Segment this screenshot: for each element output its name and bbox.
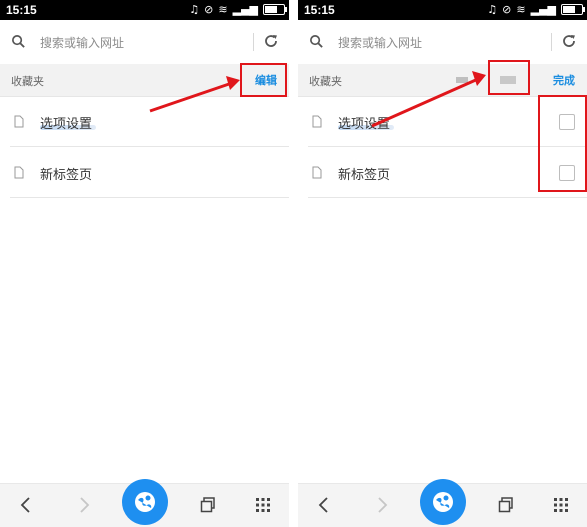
back-icon[interactable] (18, 496, 34, 514)
alarm-icon: ⊘ (204, 3, 214, 16)
wifi-icon: ≋ (218, 3, 228, 16)
status-time: 15:15 (304, 3, 335, 17)
bottom-toolbar (0, 479, 289, 527)
screen-right: 15:15 ♫ ⊘ ≋ ▂▄▆ 搜索或输入网址 收藏夹 完成 选项设置 新标签页 (298, 0, 587, 527)
refresh-icon[interactable] (263, 33, 279, 49)
status-bar: 15:15 ♫ ⊘ ≋ ▂▄▆ (298, 0, 587, 20)
signal-icon: ▂▄▆ (530, 3, 556, 16)
list-item-label: 新标签页 (40, 168, 93, 183)
forward-icon[interactable] (76, 496, 92, 514)
menu-grid-icon[interactable] (256, 498, 270, 512)
home-button[interactable] (420, 479, 466, 525)
done-button[interactable]: 完成 (553, 72, 575, 88)
battery-icon (561, 4, 585, 15)
new-folder-button[interactable] (456, 77, 468, 83)
search-input[interactable]: 搜索或输入网址 (40, 34, 124, 51)
document-icon (14, 115, 24, 128)
status-time: 15:15 (6, 3, 37, 17)
document-icon (312, 115, 322, 128)
home-button[interactable] (122, 479, 168, 525)
divider (253, 33, 254, 51)
search-icon (310, 35, 323, 48)
document-icon (14, 166, 24, 179)
headphones-icon: ♫ (189, 3, 200, 16)
annotation-box-checkboxes (538, 95, 587, 192)
annotation-box-edit (240, 63, 287, 97)
search-bar[interactable]: 搜索或输入网址 (0, 20, 289, 65)
back-icon[interactable] (316, 496, 332, 514)
list-item-label: 选项设置 (40, 117, 93, 132)
wifi-icon: ≋ (516, 3, 526, 16)
list-item[interactable]: 新标签页 (0, 148, 289, 198)
alarm-icon: ⊘ (502, 3, 512, 16)
browser-home-icon (135, 492, 155, 512)
bookmarks-header: 收藏夹 完成 (298, 64, 587, 97)
status-bar: 15:15 ♫ ⊘ ≋ ▂▄▆ (0, 0, 289, 20)
bottom-toolbar (298, 479, 587, 527)
battery-icon (263, 4, 287, 15)
refresh-icon[interactable] (561, 33, 577, 49)
menu-grid-icon[interactable] (554, 498, 568, 512)
search-bar[interactable]: 搜索或输入网址 (298, 20, 587, 65)
document-icon (312, 166, 322, 179)
list-item[interactable]: 选项设置 (0, 97, 289, 147)
signal-icon: ▂▄▆ (232, 3, 258, 16)
search-icon (12, 35, 25, 48)
tabs-icon[interactable] (200, 497, 216, 513)
forward-icon[interactable] (374, 496, 390, 514)
bookmarks-title: 收藏夹 (309, 75, 342, 88)
search-input[interactable]: 搜索或输入网址 (338, 34, 422, 51)
annotation-box-delete (488, 60, 530, 95)
divider (551, 33, 552, 51)
browser-home-icon (433, 492, 453, 512)
tabs-icon[interactable] (498, 497, 514, 513)
bookmarks-title: 收藏夹 (11, 75, 44, 88)
headphones-icon: ♫ (487, 3, 498, 16)
list-item-label: 新标签页 (338, 168, 391, 183)
list-item-label: 选项设置 (338, 117, 391, 132)
